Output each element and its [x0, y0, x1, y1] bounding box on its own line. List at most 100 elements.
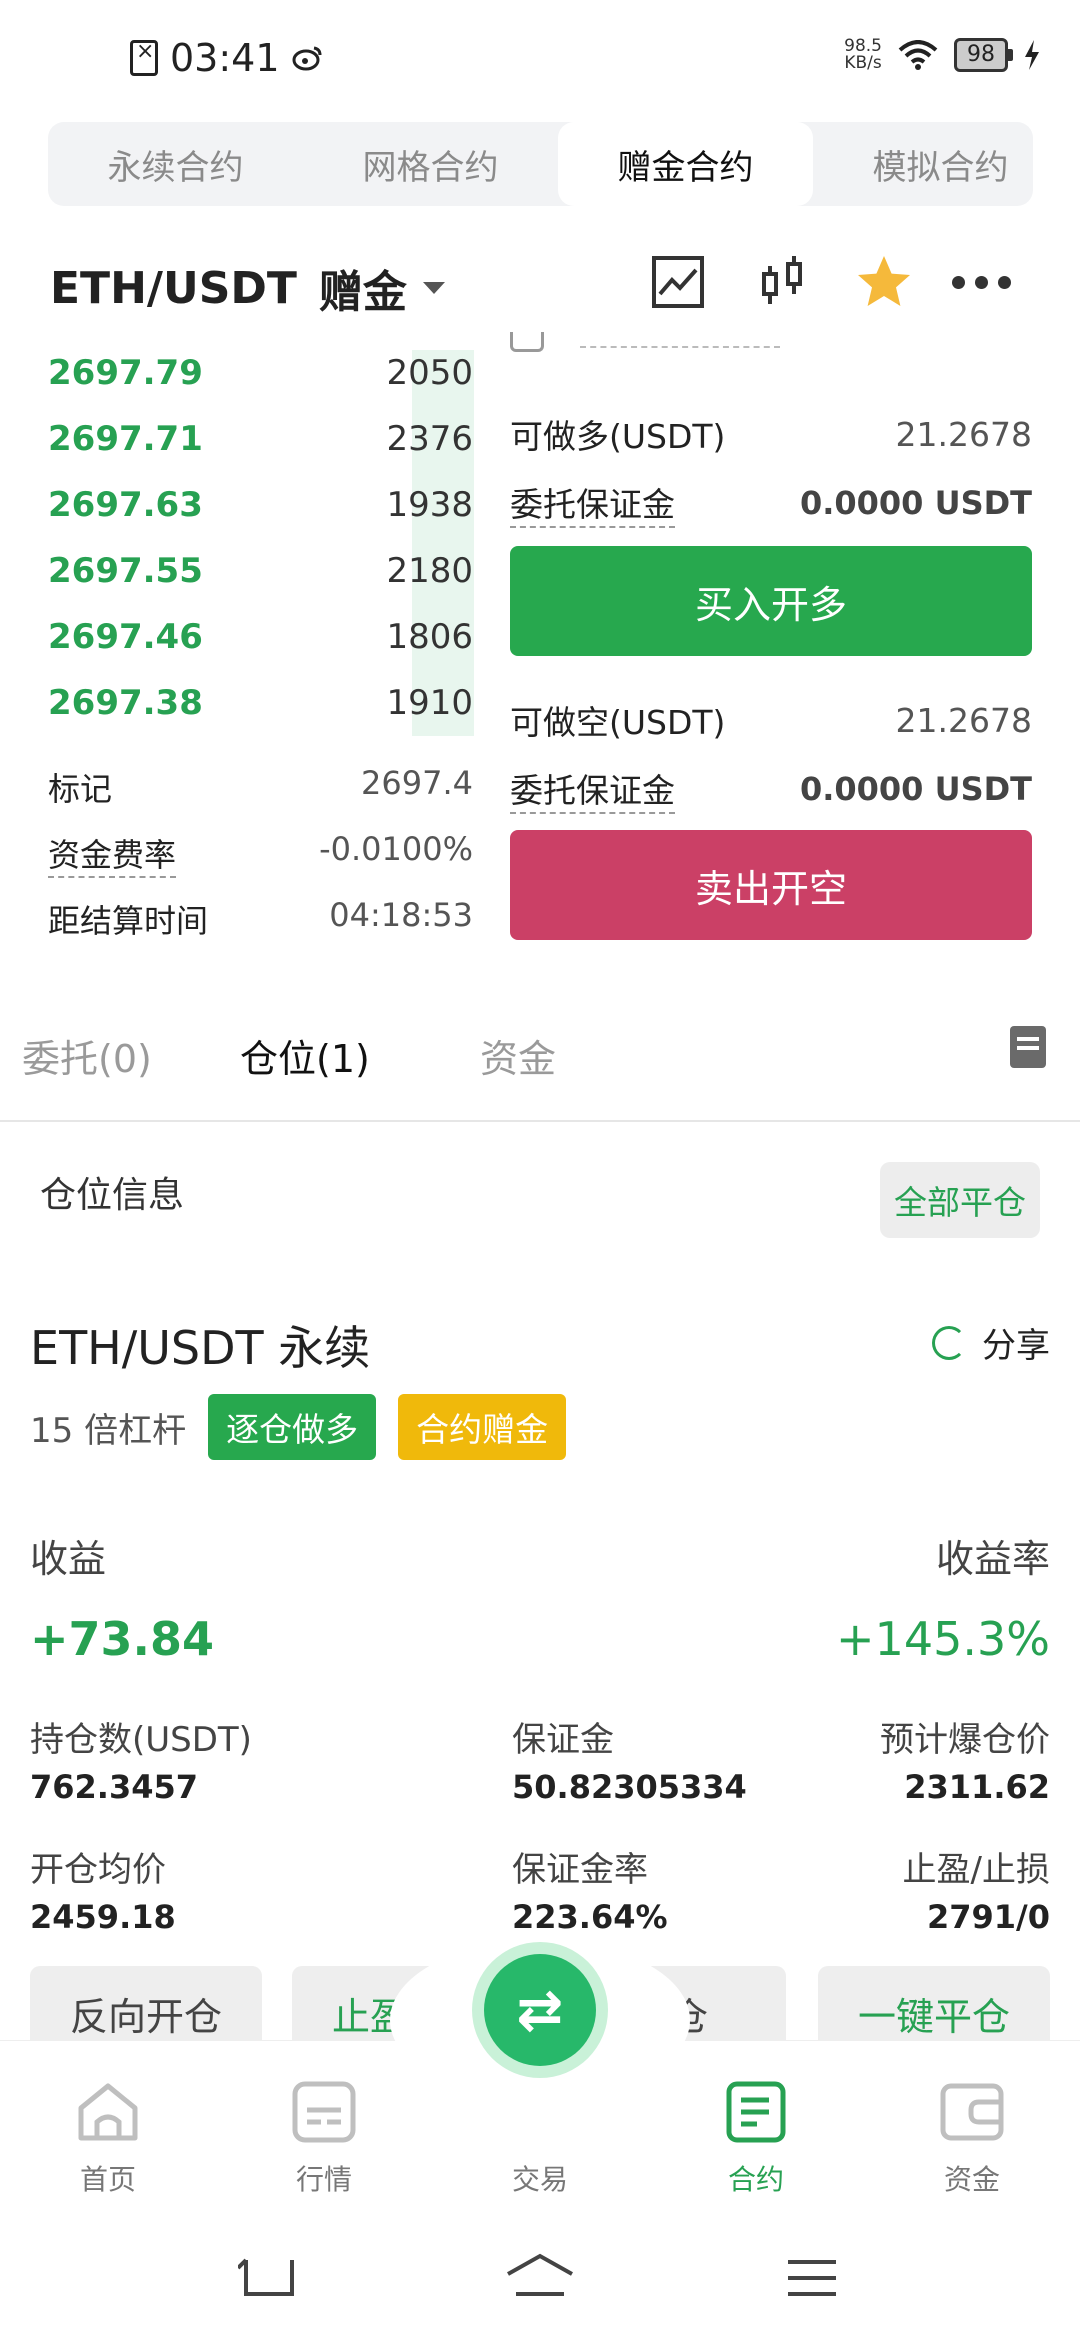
wallet-icon [940, 2083, 1004, 2141]
settle-value: 04:18:53 [329, 896, 473, 934]
tab-demo[interactable]: 模拟合约 [813, 122, 1033, 206]
tab-perpetual[interactable]: 永续合约 [48, 122, 303, 206]
star-icon[interactable] [854, 252, 914, 312]
pnl-value: +73.84 [30, 1612, 215, 1666]
leverage: 15 倍杠杆 [30, 1410, 187, 1451]
margin-value: 50.82305334 [512, 1768, 747, 1806]
orderbook-row[interactable]: 2697.38 1910 [48, 670, 473, 736]
nav-trade[interactable]: ⇄ [472, 1942, 608, 2078]
nav-trade-label: 交易 [511, 2163, 568, 2196]
pnl-label: 收益 [30, 1537, 107, 1581]
mark-label: 标记 [48, 770, 113, 808]
orderbook-price: 2697.71 [48, 419, 203, 459]
nav-market[interactable]: 行情 [254, 2080, 394, 2198]
size-label: 持仓数(USDT) [30, 1720, 252, 1760]
home-icon [78, 2083, 138, 2141]
short-available-row: 可做空(USDT) 21.2678 [510, 696, 1032, 744]
home-nav-icon[interactable] [504, 2250, 576, 2310]
orderbook-row[interactable]: 2697.55 2180 [48, 538, 473, 604]
margin-rate-label: 保证金率 [512, 1850, 648, 1890]
chevron-down-icon [422, 282, 445, 294]
pair-mode: 赠金 [318, 267, 407, 318]
chart-line-icon[interactable] [648, 252, 708, 312]
size-value: 762.3457 [30, 1768, 199, 1806]
long-margin-row: 委托保证金 0.0000 USDT [510, 478, 1032, 528]
list-icon[interactable] [1010, 1026, 1046, 1068]
settlement-row: 距结算时间 04:18:53 [48, 896, 473, 942]
margin-value: 0.0000 USDT [799, 484, 1032, 522]
menu-icon[interactable] [786, 2250, 838, 2310]
orderbook-qty: 1938 [386, 485, 473, 525]
checkbox-label-cut [580, 338, 780, 348]
orderbook-qty: 1910 [386, 683, 473, 723]
orderbook-row[interactable]: 2697.71 2376 [48, 406, 473, 472]
nav-market-label: 行情 [295, 2163, 352, 2196]
weibo-icon [292, 46, 322, 71]
contract-icon [726, 2081, 786, 2143]
tab-bonus[interactable]: 赠金合约 [558, 122, 813, 206]
status-right: 98.5 KB/s 98 [844, 38, 1040, 72]
short-avail-label: 可做空(USDT) [510, 703, 726, 742]
margin-rate-value: 223.64% [512, 1898, 668, 1936]
sell-short-button[interactable]: 卖出开空 [510, 830, 1032, 940]
position-name: ETH/USDT 永续 [30, 1321, 371, 1375]
section-title: 仓位信息 [40, 1175, 185, 1216]
market-icon [292, 2081, 356, 2143]
clock: 03:41 [170, 36, 280, 80]
tpsl-value: 2791/0 [926, 1898, 1050, 1936]
divider [0, 1120, 1080, 1122]
funding-rate-row[interactable]: 资金费率 -0.0100% [48, 830, 473, 878]
share-button[interactable]: 分享 [932, 1318, 1050, 1367]
short-avail-value: 21.2678 [895, 700, 1032, 740]
tab-assets[interactable]: 资金 [480, 1028, 556, 1083]
nav-contract[interactable]: 合约 [686, 2080, 826, 2198]
buy-long-button[interactable]: 买入开多 [510, 546, 1032, 656]
nav-home[interactable]: 首页 [38, 2080, 178, 2198]
tab-orders[interactable]: 委托(0) [22, 1028, 152, 1083]
close-all-button[interactable]: 全部平仓 [880, 1162, 1040, 1238]
tab-positions[interactable]: 仓位(1) [240, 1028, 370, 1083]
contract-type-tabs: 永续合约 网格合约 赠金合约 模拟合约 [48, 122, 1033, 206]
margin-label: 委托保证金 [510, 478, 675, 528]
nav-contract-label: 合约 [727, 2163, 784, 2196]
orderbook-price: 2697.55 [48, 551, 203, 591]
candlestick-icon[interactable] [752, 252, 812, 312]
orderbook-price: 2697.38 [48, 683, 203, 723]
mark-value: 2697.4 [361, 764, 473, 802]
rate-label: 收益率 [935, 1537, 1050, 1581]
share-icon [932, 1325, 966, 1360]
side-badge: 逐仓做多 [208, 1394, 377, 1460]
entry-value: 2459.18 [30, 1898, 176, 1936]
orderbook-price: 2697.63 [48, 485, 203, 525]
orderbook-row[interactable]: 2697.46 1806 [48, 604, 473, 670]
pair-selector[interactable]: ETH/USDT 赠金 [50, 256, 445, 320]
notification-icon [130, 39, 158, 76]
short-margin-label: 委托保证金 [510, 764, 675, 814]
funding-label: 资金费率 [48, 830, 177, 878]
status-time: 03:41 [130, 36, 322, 80]
tpsl-label: 止盈/止损 [902, 1850, 1050, 1890]
long-avail-label: 可做多(USDT) [510, 417, 726, 456]
orderbook-qty: 2376 [386, 419, 473, 459]
orderbook-row[interactable]: 2697.79 2050 [48, 340, 473, 406]
long-available-row: 可做多(USDT) 21.2678 [510, 410, 1032, 458]
more-icon[interactable] [952, 252, 1014, 312]
checkbox[interactable] [510, 332, 544, 352]
share-label: 分享 [982, 1326, 1050, 1366]
battery-icon: 98 [954, 38, 1013, 72]
net-speed: 98.5 KB/s [844, 38, 882, 72]
mark-price-row: 标记 2697.4 [48, 764, 473, 810]
funding-value: -0.0100% [319, 830, 473, 868]
net-speed-unit: KB/s [844, 53, 882, 73]
tab-grid[interactable]: 网格合约 [303, 122, 558, 206]
short-margin-value: 0.0000 USDT [799, 770, 1032, 808]
short-margin-row: 委托保证金 0.0000 USDT [510, 764, 1032, 814]
settle-label: 距结算时间 [48, 902, 209, 940]
nav-wallet[interactable]: 资金 [902, 2080, 1042, 2198]
orderbook-row[interactable]: 2697.63 1938 [48, 472, 473, 538]
margin-label: 保证金 [512, 1720, 614, 1760]
wifi-icon [898, 40, 938, 70]
back-icon[interactable] [238, 2250, 298, 2310]
rate-value: +145.3% [836, 1612, 1050, 1666]
orderbook-qty: 1806 [386, 617, 473, 657]
